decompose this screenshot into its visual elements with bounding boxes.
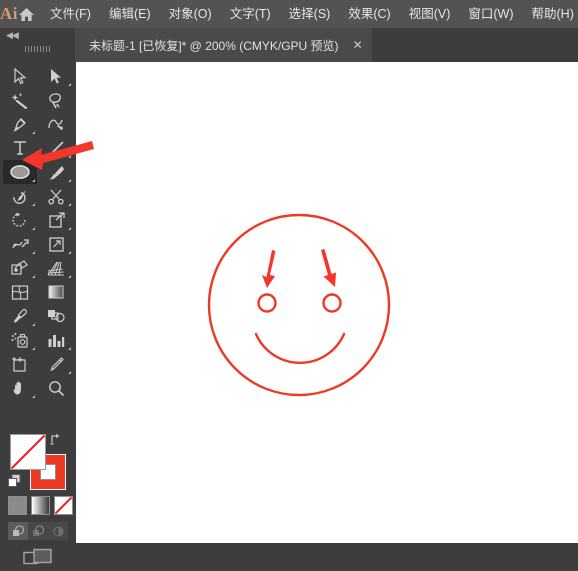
ellipse-tool[interactable] — [3, 160, 37, 184]
lasso-tool[interactable] — [39, 88, 73, 112]
color-swatch-area — [0, 428, 75, 571]
menu-item-list: 文件(F) 编辑(E) 对象(O) 文字(T) 选择(S) 效果(C) 视图(V… — [41, 2, 578, 26]
menu-help[interactable]: 帮助(H) — [523, 2, 578, 26]
default-fill-stroke-icon[interactable] — [8, 474, 22, 488]
paintbrush-tool[interactable] — [39, 160, 73, 184]
document-tab-title: 未标题-1 [已恢复]* @ 200% (CMYK/GPU 预览) — [89, 37, 339, 54]
annotation-arrow-right-eye — [321, 249, 336, 287]
face-outline-bottom-arc — [209, 305, 389, 395]
right-eye-circle — [324, 295, 341, 312]
illustrator-window: Ai 文件(F) 编辑(E) 对象(O) 文字(T) 选择(S) 效果(C) 视… — [0, 0, 578, 543]
color-mode-gradient[interactable] — [31, 496, 50, 515]
draw-normal-mode[interactable] — [8, 522, 28, 540]
color-mode-buttons — [8, 496, 73, 515]
draw-mode-buttons — [8, 522, 68, 540]
draw-inside-mode[interactable] — [48, 522, 68, 540]
artboard-tool[interactable] — [3, 352, 37, 376]
canvas-area[interactable] — [76, 62, 578, 543]
menu-type[interactable]: 文字(T) — [221, 2, 280, 26]
column-graph-tool[interactable] — [39, 328, 73, 352]
menu-bar: Ai 文件(F) 编辑(E) 对象(O) 文字(T) 选择(S) 效果(C) 视… — [0, 0, 578, 28]
pen-tool[interactable] — [3, 112, 37, 136]
tool-grid — [0, 56, 75, 396]
magic-wand-tool[interactable] — [3, 88, 37, 112]
artboard-artwork — [76, 62, 578, 543]
face-outline-top-arc — [209, 215, 389, 305]
selection-tool[interactable] — [3, 64, 37, 88]
zoom-tool[interactable] — [39, 376, 73, 400]
scale-tool[interactable] — [39, 208, 73, 232]
ai-logo: Ai — [0, 0, 18, 28]
fill-color-swatch[interactable] — [10, 434, 46, 470]
menu-file[interactable]: 文件(F) — [41, 2, 100, 26]
blend-tool[interactable] — [39, 304, 73, 328]
menu-effect[interactable]: 效果(C) — [339, 2, 399, 26]
width-tool[interactable] — [3, 232, 37, 256]
gradient-tool[interactable] — [39, 280, 73, 304]
menu-select[interactable]: 选择(S) — [280, 2, 340, 26]
draw-behind-mode[interactable] — [28, 522, 48, 540]
rotate-tool[interactable] — [3, 208, 37, 232]
shape-builder-tool[interactable] — [3, 256, 37, 280]
curvature-tool[interactable] — [39, 112, 73, 136]
menu-view[interactable]: 视图(V) — [400, 2, 460, 26]
document-tab-bar: 未标题-1 [已恢复]* @ 200% (CMYK/GPU 预览) ✕ — [75, 28, 578, 62]
menu-window[interactable]: 窗口(W) — [459, 2, 522, 26]
slice-tool[interactable] — [39, 352, 73, 376]
symbol-sprayer-tool[interactable] — [3, 328, 37, 352]
menu-object[interactable]: 对象(O) — [160, 2, 221, 26]
close-icon[interactable]: ✕ — [353, 39, 363, 51]
scissors-tool[interactable] — [39, 184, 73, 208]
home-icon[interactable] — [18, 0, 35, 28]
change-screen-mode-button[interactable] — [0, 546, 75, 570]
menu-edit[interactable]: 编辑(E) — [100, 2, 160, 26]
color-mode-solid[interactable] — [8, 496, 27, 515]
collapse-panel-icon[interactable]: ◀◀ — [0, 28, 75, 42]
mouth-smile-arc — [256, 334, 344, 363]
left-eye-circle — [259, 295, 276, 312]
hand-tool[interactable] — [3, 376, 37, 400]
panel-drag-handle[interactable] — [0, 42, 75, 56]
free-transform-tool[interactable] — [39, 232, 73, 256]
color-mode-none[interactable] — [54, 496, 73, 515]
eyedropper-tool[interactable] — [3, 304, 37, 328]
tools-panel: ◀◀ — [0, 28, 75, 543]
direct-selection-tool[interactable] — [39, 64, 73, 88]
mesh-tool[interactable] — [3, 280, 37, 304]
annotation-arrow-left-eye — [262, 250, 276, 288]
shaper-tool[interactable] — [3, 184, 37, 208]
none-slash-icon — [10, 434, 46, 470]
perspective-grid-tool[interactable] — [39, 256, 73, 280]
swap-fill-stroke-icon[interactable] — [50, 432, 64, 446]
document-tab[interactable]: 未标题-1 [已恢复]* @ 200% (CMYK/GPU 预览) ✕ — [75, 28, 372, 62]
line-segment-tool[interactable] — [39, 136, 73, 160]
type-tool[interactable] — [3, 136, 37, 160]
